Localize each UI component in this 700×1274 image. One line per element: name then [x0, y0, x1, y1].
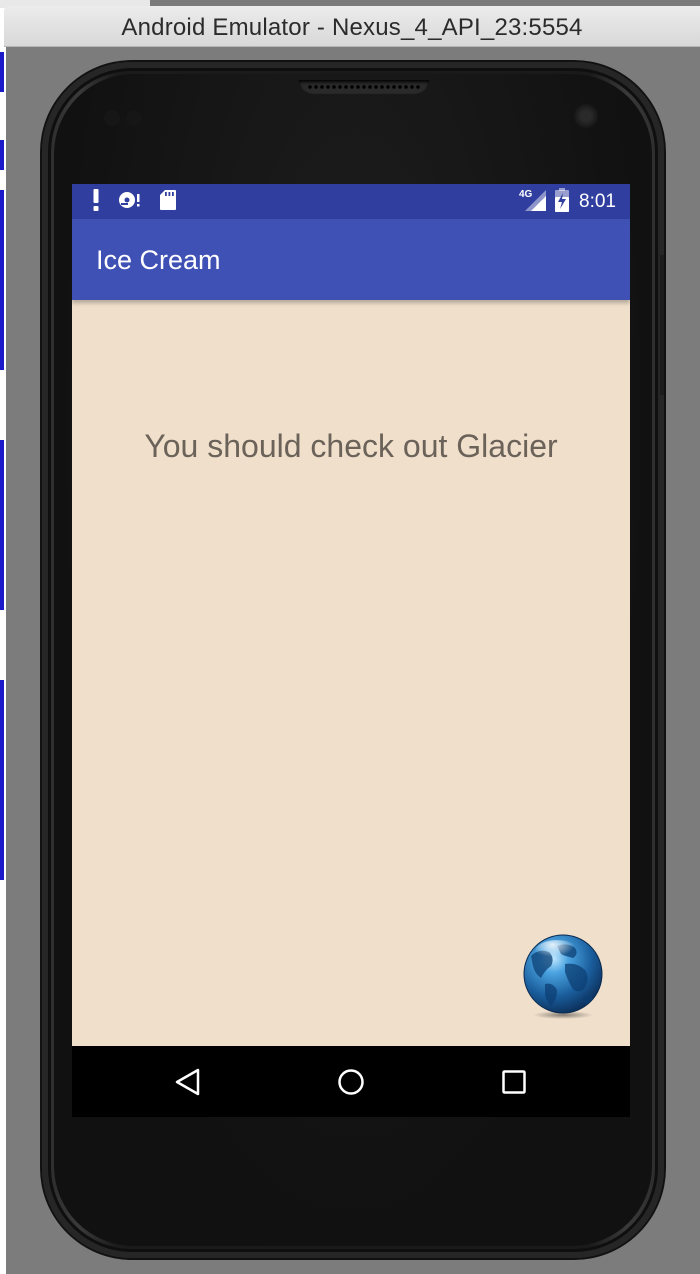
globe-icon	[523, 934, 603, 1019]
device-screen: 4G 8:01 Ice Cream You should check out G…	[72, 184, 630, 1117]
battery-charging-icon	[555, 187, 570, 217]
earpiece-speaker	[299, 80, 429, 94]
home-icon	[338, 1069, 364, 1095]
light-sensor	[126, 110, 142, 126]
cellular-signal-icon: 4G	[519, 188, 547, 217]
globe-fab-button[interactable]	[521, 934, 605, 1020]
background-window-strip	[0, 0, 6, 1274]
front-camera	[574, 104, 598, 128]
app-title: Ice Cream	[96, 245, 221, 275]
network-type-label: 4G	[519, 189, 533, 200]
emulator-root: Android Emulator - Nexus_4_API_23:5554 4…	[0, 0, 700, 1274]
nav-recents-button[interactable]	[494, 1062, 534, 1102]
nav-back-button[interactable]	[168, 1062, 208, 1102]
order-message: You should check out Glacier	[144, 428, 558, 464]
emulator-title-bar[interactable]: Android Emulator - Nexus_4_API_23:5554	[4, 6, 700, 47]
recents-icon	[502, 1070, 526, 1094]
disk-icon	[118, 190, 142, 215]
window-title: Android Emulator - Nexus_4_API_23:5554	[121, 14, 583, 41]
alert-icon	[92, 188, 100, 216]
volume-rocker	[660, 255, 664, 395]
status-time: 8:01	[579, 191, 616, 212]
back-icon	[175, 1068, 200, 1096]
nav-home-button[interactable]	[331, 1062, 371, 1102]
app-bar: Ice Cream	[72, 219, 630, 300]
proximity-sensor	[104, 110, 120, 126]
navigation-bar	[72, 1046, 630, 1117]
sd-card-icon	[160, 189, 176, 215]
status-bar: 4G 8:01	[72, 184, 630, 219]
